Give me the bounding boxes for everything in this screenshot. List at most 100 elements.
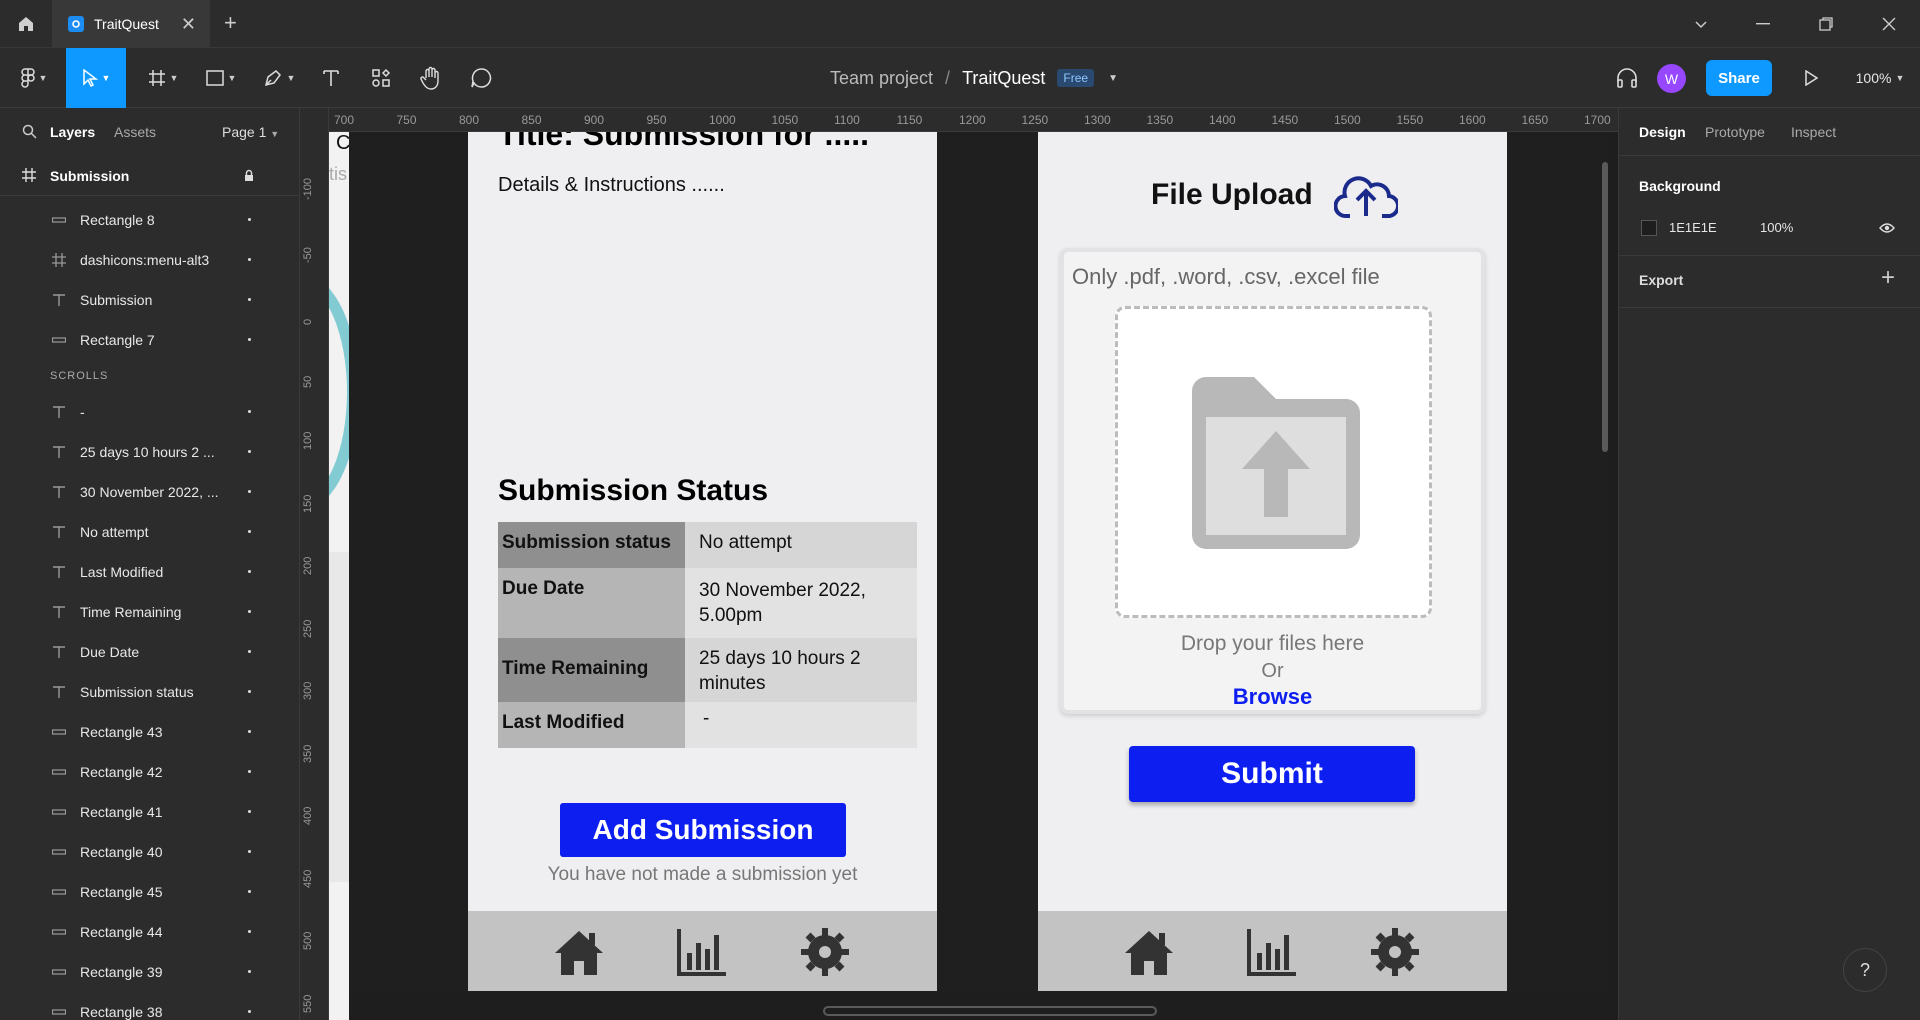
resources-tool-button[interactable] [364, 48, 398, 108]
layer-item[interactable]: Last Modified [0, 552, 299, 592]
close-tab-icon[interactable]: ✕ [181, 14, 196, 35]
tab-inspect[interactable]: Inspect [1791, 124, 1836, 140]
tab-assets[interactable]: Assets [114, 124, 156, 140]
text-tool-button[interactable] [314, 48, 348, 108]
layer-status-dot [248, 410, 251, 413]
pen-tool-button[interactable]: ▼ [256, 48, 302, 108]
page-selector[interactable]: Page 1 ▼ [222, 124, 279, 140]
horizontal-scrollbar[interactable] [823, 1006, 1157, 1016]
color-swatch[interactable] [1641, 220, 1657, 236]
hand-tool-button[interactable] [414, 48, 448, 108]
background-opacity[interactable]: 100% [1760, 220, 1793, 235]
home-icon[interactable] [553, 927, 605, 977]
layer-item[interactable]: Time Remaining [0, 592, 299, 632]
layer-item[interactable]: Rectangle 8 [0, 200, 299, 240]
avatar[interactable]: W [1657, 64, 1686, 93]
layer-item[interactable]: Rectangle 40 [0, 832, 299, 872]
frame-layer-submission[interactable]: Submission [0, 156, 299, 196]
layer-item[interactable]: Rectangle 45 [0, 872, 299, 912]
layer-item[interactable]: Submission status [0, 672, 299, 712]
chart-icon[interactable] [676, 927, 728, 977]
folder-upload-icon [1192, 377, 1360, 549]
layer-item[interactable]: - [0, 392, 299, 432]
layer-status-dot [248, 298, 251, 301]
add-export-icon[interactable]: + [1881, 264, 1895, 292]
layer-item[interactable]: Rectangle 38 [0, 992, 299, 1020]
title-bar: TraitQuest ✕ + [0, 0, 1920, 48]
ruler-tick-label: 1300 [1084, 113, 1111, 127]
tab-layers[interactable]: Layers [50, 124, 95, 140]
row-value: - [685, 702, 917, 748]
search-icon[interactable] [22, 124, 37, 139]
rectangle-layer-icon [52, 808, 68, 816]
help-button[interactable]: ? [1843, 948, 1887, 992]
home-icon[interactable] [0, 0, 52, 48]
share-button[interactable]: Share [1706, 60, 1772, 96]
chart-icon[interactable] [1246, 927, 1298, 977]
settings-gear-icon[interactable] [1369, 927, 1421, 977]
rectangle-layer-icon [52, 1008, 68, 1016]
new-tab-icon[interactable]: + [224, 10, 237, 36]
ruler-horizontal: 700 750 800 850 900 950 1000 1050 1100 1150 1200 12… [329, 108, 1618, 132]
lock-icon[interactable] [244, 169, 254, 182]
restore-icon[interactable] [1795, 0, 1857, 48]
settings-gear-icon[interactable] [799, 927, 851, 977]
browse-link[interactable]: Browse [1064, 684, 1481, 710]
layer-status-dot [248, 258, 251, 261]
shape-tool-button[interactable]: ▼ [198, 48, 244, 108]
text-layer-icon [52, 685, 68, 699]
audio-headphones-button[interactable] [1610, 48, 1644, 108]
canvas[interactable]: C tis Title: Submission for ..... Detail… [329, 132, 1618, 1020]
chevron-down-icon[interactable] [1670, 0, 1732, 48]
text-layer-icon [52, 605, 68, 619]
breadcrumb-team[interactable]: Team project [830, 68, 933, 89]
ruler-tick-label: 700 [334, 113, 355, 127]
layer-item[interactable]: 30 November 2022, ... [0, 472, 299, 512]
close-window-icon[interactable] [1858, 0, 1920, 48]
layer-name: Rectangle 8 [80, 212, 155, 228]
minimize-icon[interactable] [1732, 0, 1794, 48]
text-layer-icon [52, 485, 68, 499]
layer-name: Time Remaining [80, 604, 182, 620]
layer-item[interactable]: Due Date [0, 632, 299, 672]
rectangle-layer-icon [52, 728, 68, 736]
breadcrumb-file[interactable]: TraitQuest [962, 68, 1045, 89]
file-menu-chevron-icon[interactable]: ▼ [1108, 73, 1118, 84]
layer-item[interactable]: Rectangle 41 [0, 792, 299, 832]
export-label: Export [1639, 272, 1684, 288]
file-tab[interactable]: TraitQuest ✕ [52, 0, 210, 48]
move-tool-button[interactable]: ▼ [66, 48, 126, 108]
layer-item[interactable]: Rectangle 42 [0, 752, 299, 792]
layer-name: Due Date [80, 644, 140, 660]
submit-button[interactable]: Submit [1129, 746, 1415, 802]
toolbar: ▼ ▼ ▼ ▼ ▼ Team project / TraitQuest Free… [0, 48, 1920, 108]
eye-icon[interactable] [1879, 222, 1895, 234]
background-hex[interactable]: 1E1E1E [1669, 220, 1717, 235]
vertical-scrollbar[interactable] [1602, 162, 1608, 452]
home-icon[interactable] [1123, 927, 1175, 977]
layer-item[interactable]: Rectangle 39 [0, 952, 299, 992]
tab-prototype[interactable]: Prototype [1705, 124, 1765, 140]
layer-item[interactable]: Rectangle 43 [0, 712, 299, 752]
layer-item[interactable]: No attempt [0, 512, 299, 552]
add-submission-button[interactable]: Add Submission [560, 803, 846, 857]
layer-item[interactable]: 25 days 10 hours 2 ... [0, 432, 299, 472]
zoom-dropdown[interactable]: 100% ▼ [1848, 48, 1912, 108]
comment-tool-button[interactable] [464, 48, 498, 108]
tab-design[interactable]: Design [1639, 124, 1686, 140]
file-upload-screen[interactable]: File Upload Only .pdf, .word, .csv, .exc… [1038, 132, 1507, 991]
layer-item[interactable]: Rectangle 7 [0, 320, 299, 360]
submission-screen[interactable]: Title: Submission for ..... Details & In… [468, 132, 937, 991]
present-button[interactable] [1794, 48, 1828, 108]
layer-item[interactable]: Rectangle 44 [0, 912, 299, 952]
main-menu-button[interactable]: ▼ [8, 48, 60, 108]
layer-name: Rectangle 41 [80, 804, 163, 820]
row-key: Submission status [498, 522, 685, 568]
layer-item[interactable]: Submission [0, 280, 299, 320]
frame-tool-button[interactable]: ▼ [140, 48, 186, 108]
ruler-tick-label: 800 [459, 113, 480, 127]
drop-zone[interactable] [1115, 306, 1432, 618]
breadcrumb-separator: / [945, 67, 951, 88]
table-row: Time Remaining 25 days 10 hours 2 minute… [498, 638, 917, 702]
layer-item[interactable]: dashicons:menu-alt3 [0, 240, 299, 280]
